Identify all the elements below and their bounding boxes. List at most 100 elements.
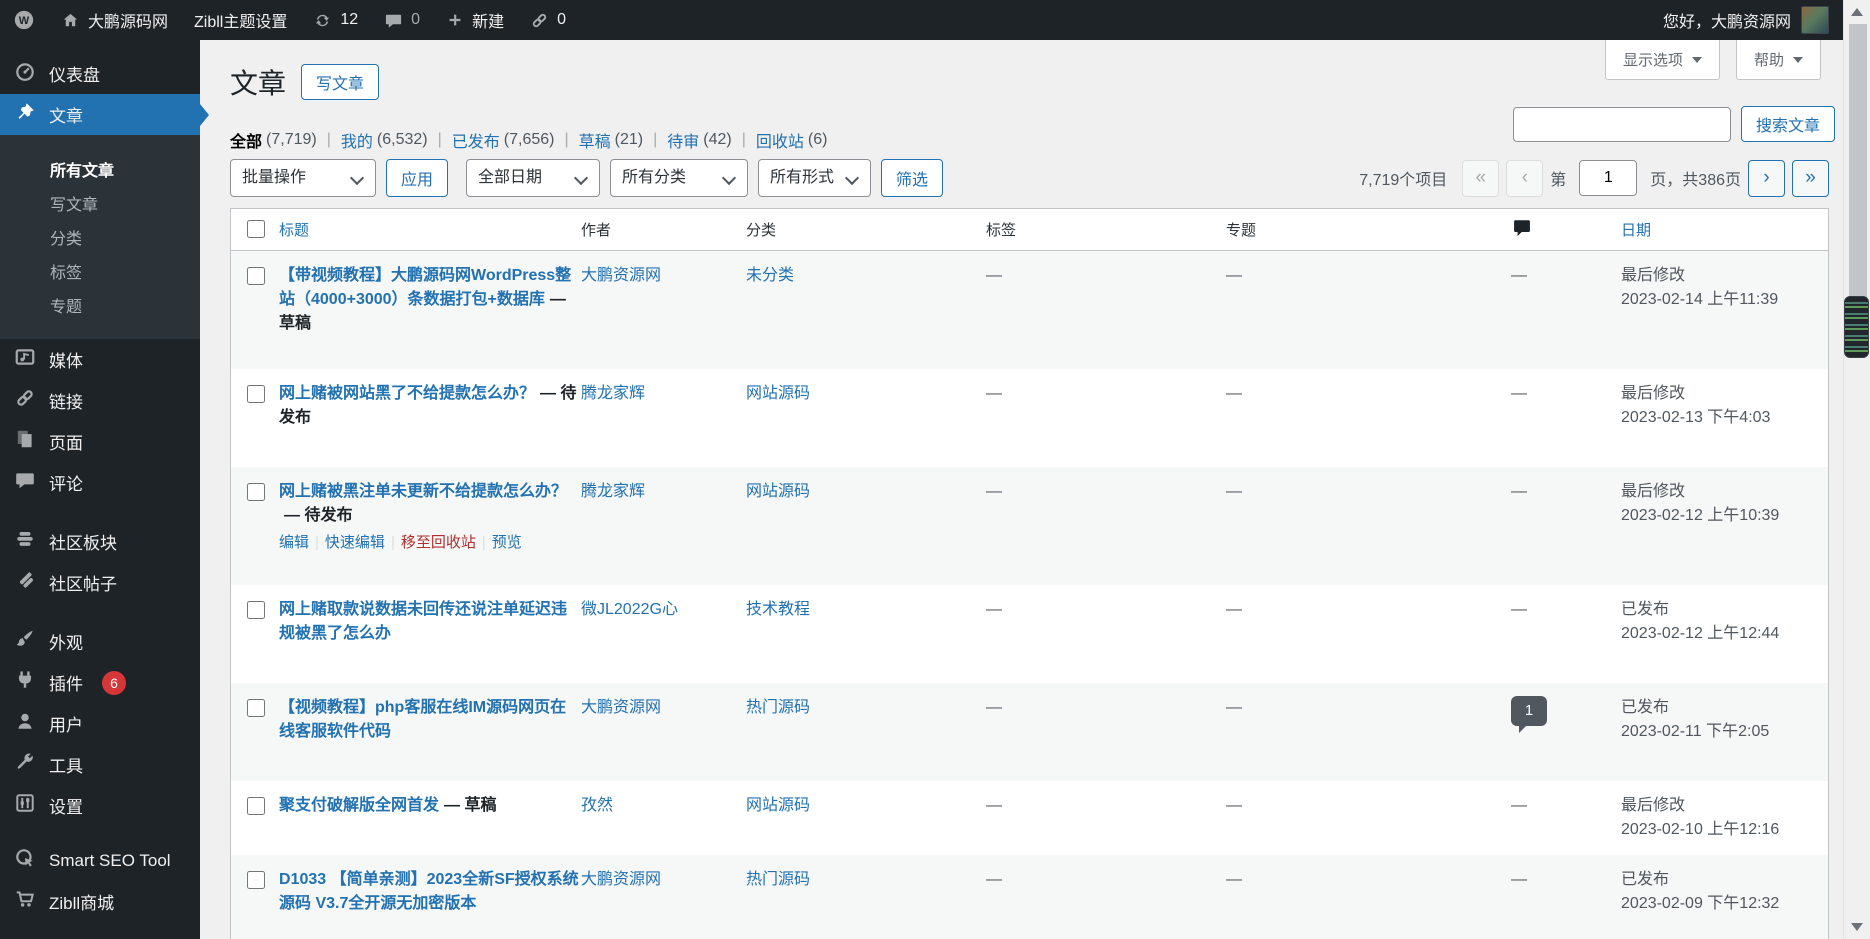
posts-table: 标题 作者 分类 标签 专题 日期 【带视频教程】大鹏源码网WordPress整… [230, 208, 1829, 939]
filter-trash[interactable]: 回收站 [756, 128, 804, 152]
prev-page-button[interactable]: ‹ [1506, 160, 1543, 197]
sidebar-item-links[interactable]: 链接 [0, 380, 200, 421]
author-link[interactable]: 大鹏资源网 [581, 871, 661, 888]
last-page-button[interactable]: » [1792, 160, 1829, 197]
links-count-link[interactable]: 0 [517, 0, 579, 40]
post-title-link[interactable]: 【带视频教程】大鹏源码网WordPress整站（4000+3000）条数据打包+… [279, 267, 571, 308]
row-checkbox[interactable] [247, 797, 265, 815]
current-page-input[interactable] [1579, 160, 1637, 196]
visit-site-link[interactable]: 大鹏源码网 [48, 0, 181, 40]
filter-published[interactable]: 已发布 [452, 128, 500, 152]
category-link[interactable]: 技术教程 [746, 601, 810, 618]
add-new-post-button[interactable]: 写文章 [301, 64, 379, 100]
sidebar-item-pages[interactable]: 页面 [0, 421, 200, 462]
category-link[interactable]: 网站源码 [746, 797, 810, 814]
author-link[interactable]: 腾龙家辉 [581, 483, 645, 500]
trash-link[interactable]: 移至回收站 [401, 534, 476, 551]
author-link[interactable]: 大鹏资源网 [581, 267, 661, 284]
tags-value: — [986, 781, 1226, 818]
format-filter-select[interactable]: 所有形式 [758, 159, 871, 197]
category-filter-select[interactable]: 所有分类 [610, 159, 748, 197]
row-checkbox[interactable] [247, 699, 265, 717]
screen-options-toggle[interactable]: 显示选项 [1605, 40, 1720, 80]
submenu-add-new[interactable]: 写文章 [0, 189, 200, 223]
post-title-link[interactable]: 网上赌被黑注单未更新不给提款怎么办？ [279, 483, 567, 500]
scrollbar-thumb[interactable] [1849, 24, 1867, 300]
chevron-down-icon [1692, 57, 1702, 63]
post-title-link[interactable]: 网上赌取款说数据未回传还说注单延迟违规被黑了怎么办 [279, 601, 567, 642]
author-link[interactable]: 孜然 [581, 797, 613, 814]
column-header-author: 作者 [581, 219, 746, 240]
bulk-actions-select[interactable]: 批量操作 [230, 159, 376, 197]
wordpress-logo-menu[interactable]: W [0, 0, 48, 40]
category-link[interactable]: 未分类 [746, 267, 794, 284]
sidebar-item-zibll-shop[interactable]: Zibll商城 [0, 881, 200, 922]
post-title-link[interactable]: 【视频教程】php客服在线IM源码网页在线客服软件代码 [279, 699, 566, 740]
submenu-topics[interactable]: 专题 [0, 291, 200, 325]
table-row: D1033 【简单亲测】2023全新SF授权系统源码 V3.7全开源无加密版本 … [231, 855, 1828, 939]
scroll-minimap-widget[interactable] [1844, 296, 1869, 358]
scroll-down-arrow-icon[interactable] [1851, 923, 1863, 931]
submenu-all-posts[interactable]: 所有文章 [0, 155, 200, 189]
post-status: — 待发布 [284, 507, 352, 524]
row-checkbox[interactable] [247, 601, 265, 619]
sidebar-item-forum-sections[interactable]: 社区板块 [0, 521, 200, 562]
comment-count-bubble[interactable]: 1 [1511, 696, 1547, 726]
category-link[interactable]: 网站源码 [746, 483, 810, 500]
select-all-checkbox[interactable] [247, 220, 265, 238]
row-checkbox[interactable] [247, 483, 265, 501]
main-content: 显示选项 帮助 文章 写文章 搜索文章 全部(7,719)| 我的(6,532)… [200, 40, 1843, 939]
submenu-tags[interactable]: 标签 [0, 257, 200, 291]
category-link[interactable]: 热门源码 [746, 699, 810, 716]
link-chain-icon [530, 11, 549, 30]
help-toggle[interactable]: 帮助 [1736, 40, 1821, 80]
sidebar-item-media[interactable]: 媒体 [0, 339, 200, 380]
sidebar-item-comments[interactable]: 评论 [0, 462, 200, 503]
quick-edit-link[interactable]: 快速编辑 [325, 534, 385, 551]
sidebar-item-posts[interactable]: 文章 [0, 94, 200, 135]
author-link[interactable]: 微JL2022G心 [581, 601, 678, 618]
row-checkbox[interactable] [247, 267, 265, 285]
admin-bar-account[interactable]: 您好，大鹏资源网 [1663, 6, 1843, 34]
row-checkbox[interactable] [247, 871, 265, 889]
row-checkbox[interactable] [247, 385, 265, 403]
apply-button[interactable]: 应用 [386, 159, 448, 197]
new-content-link[interactable]: 新建 [433, 0, 517, 40]
category-link[interactable]: 网站源码 [746, 385, 810, 402]
scroll-up-arrow-icon[interactable] [1851, 8, 1863, 16]
filter-draft[interactable]: 草稿 [579, 128, 611, 152]
search-posts-button[interactable]: 搜索文章 [1741, 106, 1835, 142]
author-link[interactable]: 腾龙家辉 [581, 385, 645, 402]
sidebar-item-forum-posts[interactable]: 社区帖子 [0, 562, 200, 603]
date-filter-select[interactable]: 全部日期 [466, 159, 600, 197]
updates-link[interactable]: 12 [300, 0, 371, 40]
column-header-date[interactable]: 日期 [1621, 219, 1828, 240]
sidebar-item-smart-seo-tool[interactable]: Smart SEO Tool [0, 840, 200, 881]
post-title-link[interactable]: D1033 【简单亲测】2023全新SF授权系统源码 V3.7全开源无加密版本 [279, 871, 579, 912]
filter-pending[interactable]: 待审 [667, 128, 699, 152]
theme-settings-link[interactable]: Zibll主题设置 [181, 0, 300, 40]
comments-pending-link[interactable]: 0 [371, 0, 433, 40]
sidebar-item-plugins[interactable]: 插件 6 [0, 662, 200, 703]
sidebar-item-dashboard[interactable]: 仪表盘 [0, 53, 200, 94]
column-header-title[interactable]: 标题 [279, 219, 581, 240]
filter-all[interactable]: 全部 [230, 128, 262, 152]
post-title-link[interactable]: 聚支付破解版全网首发 [279, 797, 439, 814]
sidebar-item-settings[interactable]: 设置 [0, 785, 200, 826]
edit-link[interactable]: 编辑 [279, 534, 309, 551]
filter-button[interactable]: 筛选 [881, 159, 943, 197]
table-header-row: 标题 作者 分类 标签 专题 日期 [231, 209, 1828, 251]
post-title-link[interactable]: 网上赌被网站黑了不给提款怎么办？ [279, 385, 535, 402]
pagination: 7,719个项目 « ‹ 第 页，共386页 › » [1359, 160, 1829, 197]
search-input[interactable] [1513, 107, 1731, 142]
filter-mine[interactable]: 我的 [341, 128, 373, 152]
submenu-categories[interactable]: 分类 [0, 223, 200, 257]
sidebar-item-users[interactable]: 用户 [0, 703, 200, 744]
next-page-button[interactable]: › [1748, 160, 1785, 197]
preview-link[interactable]: 预览 [492, 534, 522, 551]
sidebar-item-appearance[interactable]: 外观 [0, 621, 200, 662]
sidebar-item-tools[interactable]: 工具 [0, 744, 200, 785]
first-page-button[interactable]: « [1462, 160, 1499, 197]
author-link[interactable]: 大鹏资源网 [581, 699, 661, 716]
category-link[interactable]: 热门源码 [746, 871, 810, 888]
